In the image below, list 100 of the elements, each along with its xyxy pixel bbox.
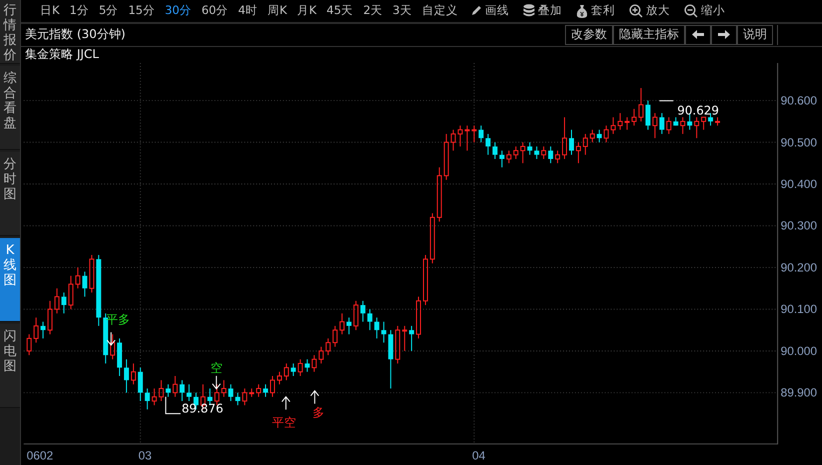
header-button[interactable]: 说明 [737,24,773,45]
indicator-name: 集金策略 JJCL [25,46,99,64]
candlestick [340,312,345,334]
period-tab[interactable]: 60分 [196,3,234,18]
y-axis-label: 90.300 [780,218,817,232]
left-arrow-icon [692,30,704,40]
candlestick [464,124,470,151]
period-tab[interactable]: 4时 [233,3,262,18]
y-axis-label: 90.400 [780,176,817,191]
candlestick [130,362,136,385]
x-axis-label: 04 [472,448,486,462]
candlestick [207,388,212,406]
sidebar-tab[interactable]: K线图 [0,238,20,322]
period-tab[interactable]: 周K [262,3,292,18]
candlestick [527,142,532,156]
x-axis-label: 03 [138,448,152,462]
candlestick [304,358,310,372]
candlestick [61,292,66,314]
header-button[interactable]: 隐藏主指标 [613,24,685,45]
period-tab[interactable]: 自定义 [416,3,463,18]
y-axis-label: 89.900 [780,385,817,400]
candlestick [638,87,644,122]
sidebar-tab[interactable]: 综合看盘 [0,66,20,150]
candlestick [180,379,185,402]
pencil-icon [470,4,482,17]
period-tab[interactable]: 日K [35,3,65,18]
candlestick [652,112,658,138]
candlestick [596,128,602,143]
candlestick [221,379,226,398]
toolbar-button[interactable]: 缩小 [676,3,732,18]
candlestick [548,146,554,164]
period-tab[interactable]: 月K [292,3,322,18]
candlestick [367,308,372,330]
scroll-left-button[interactable] [685,24,711,45]
candlestick [444,133,449,180]
candlestick [290,362,296,376]
period-tab[interactable]: 2天 [358,3,388,18]
sidebar-tab[interactable]: 闪电图 [0,324,20,408]
period-tab[interactable]: 1分 [64,3,94,18]
candlestick [75,266,80,289]
price-label: 90.629 [677,103,719,118]
toolbar-button[interactable]: 套利 [568,3,622,18]
candlestick [472,124,477,143]
y-axis-label: 90.000 [780,344,817,358]
zoom-out-icon [684,4,698,18]
chart-title: 美元指数 (30分钟) [25,26,126,44]
sidebar-tab[interactable]: 分时图 [0,152,20,236]
toolbar-button[interactable]: 叠加 [516,3,569,18]
candlestick [409,325,414,352]
up-arrow-icon [310,390,320,404]
candlestick [228,384,234,402]
right-arrow-icon [718,30,730,40]
period-tab[interactable]: 15分 [123,3,160,18]
candlestick [569,128,574,156]
candlestick [430,212,435,264]
candlestick [172,375,178,398]
signal-label: 平多 [106,312,130,326]
price-label: 89.876 [182,401,224,416]
toolbar-button[interactable]: 放大 [622,3,677,18]
candlestick [346,316,352,334]
period-tab[interactable]: 3天 [388,3,417,18]
toolbar-button[interactable]: 画线 [462,3,516,18]
y-axis-label: 90.500 [780,134,817,149]
candlestick [48,300,52,334]
candlestick [138,366,143,402]
database-icon [522,4,535,18]
money-bag-icon [576,4,588,18]
scroll-right-button[interactable] [711,24,737,45]
header-button[interactable]: 改参数 [565,24,613,45]
candlestick [381,320,386,343]
candlestick [186,384,192,402]
candlestick [82,270,88,297]
candlestick [124,358,129,393]
signal-label: 空 [210,360,222,375]
y-axis-label: 90.200 [780,260,817,274]
y-axis-label: 90.600 [780,93,817,108]
candlestick [492,142,498,160]
candlestick [618,112,623,130]
candlestick [263,384,268,398]
x-axis-label: 0602 [26,448,54,462]
leader-line [658,100,674,101]
candlestick [499,150,504,168]
sidebar-tab[interactable]: 行情报价 [0,0,20,64]
period-tab[interactable]: 30分 [160,3,196,18]
down-arrow-icon [212,375,221,390]
zoom-in-icon [628,4,643,18]
signal-label: 多 [312,405,325,420]
candlestick [659,112,664,134]
candlestick [166,384,171,398]
candlestick [534,146,540,160]
period-tab[interactable]: 45天 [322,3,358,18]
down-arrow-icon [106,331,116,346]
period-tab[interactable]: 5分 [94,3,124,18]
candlestick [40,320,46,339]
candlestick [478,124,484,143]
candlestick [374,316,380,339]
candlestick [144,388,150,410]
candlestick [486,133,491,156]
up-arrow-icon [281,396,290,410]
candlestick [645,100,650,130]
